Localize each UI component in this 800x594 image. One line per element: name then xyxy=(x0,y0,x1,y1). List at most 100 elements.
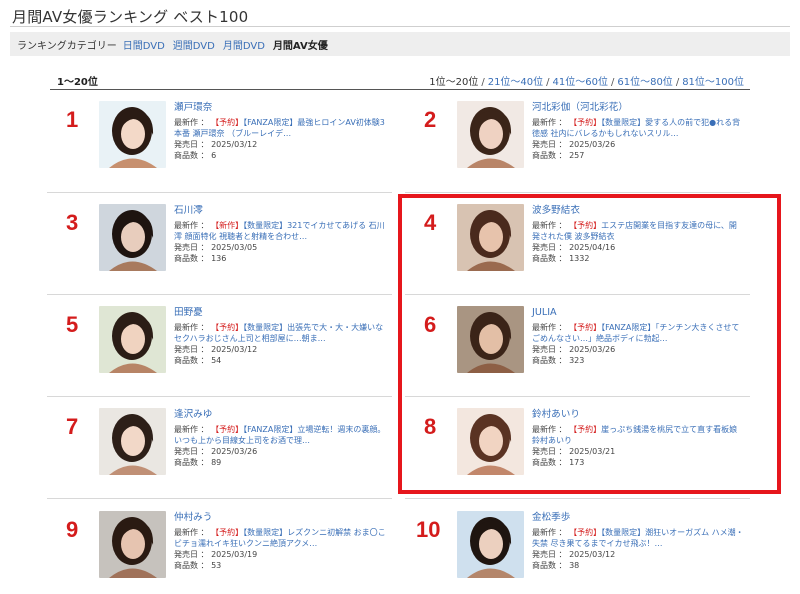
release-label: 発売日 xyxy=(532,140,556,149)
range-bar: 1〜20位 1位〜20位/21位〜40位/41位〜60位/61位〜80位/81位… xyxy=(50,73,750,88)
actress-name-link[interactable]: 仲村みう xyxy=(174,512,386,527)
rank-number: 10 xyxy=(416,517,441,542)
product-count: 54 xyxy=(211,356,222,365)
newest-label: 最新作 xyxy=(174,323,198,332)
category-link-weekly-dvd[interactable]: 週間DVD xyxy=(173,37,215,52)
newest-work-row: 最新作 ： 【予約】【FANZA限定】最強ヒロインAV初体験3本番 瀬戸環奈 （… xyxy=(174,117,386,139)
ranking-card: 2 河北彩伽（河北彩花） 最新作 ： 【予約】【数量限定】愛する人の前で犯●れる背徳… xyxy=(410,101,755,199)
release-date-row: 発売日 ： 2025/03/26 xyxy=(532,139,744,150)
release-date-row: 発売日 ： 2025/03/26 xyxy=(174,446,386,457)
ranking-card: 3 石川澪 最新作 ： 【新作】【数量限定】321でイカせてあげる 石川澪 顔面特化… xyxy=(52,204,397,302)
actress-info: 仲村みう 最新作 ： 【予約】【数量限定】レズクンニ初解禁 おま〇こビチョ濡れイキ… xyxy=(174,512,386,571)
colon: ： xyxy=(200,118,209,127)
actress-name-link[interactable]: 逢沢みゆ xyxy=(174,409,386,424)
colon: ： xyxy=(200,323,209,332)
colon: ： xyxy=(200,151,209,160)
actress-thumbnail[interactable] xyxy=(99,204,166,271)
release-date: 2025/03/05 xyxy=(211,243,258,252)
rank-number: 2 xyxy=(424,107,437,132)
range-current-heading: 1〜20位 xyxy=(57,77,98,88)
tag-label: 【予約】 xyxy=(211,323,244,332)
count-label: 商品数 xyxy=(174,151,198,160)
product-count-row: 商品数 ： 54 xyxy=(174,355,386,366)
range-separator: / xyxy=(546,77,550,88)
actress-info: 石川澪 最新作 ： 【新作】【数量限定】321でイカせてあげる 石川澪 顔面特化 … xyxy=(174,205,386,264)
range-link-21-40[interactable]: 21位〜40位 xyxy=(488,77,543,88)
release-date: 2025/03/12 xyxy=(569,550,616,559)
release-date: 2025/03/26 xyxy=(569,140,616,149)
colon: ： xyxy=(558,528,567,537)
actress-info: 瀬戸環奈 最新作 ： 【予約】【FANZA限定】最強ヒロインAV初体験3本番 瀬戸… xyxy=(174,102,386,161)
rank-number: 7 xyxy=(66,414,79,439)
range-current: 1位〜20位 xyxy=(429,77,479,88)
actress-thumbnail[interactable] xyxy=(99,101,166,168)
actress-name-link[interactable]: 金松季歩 xyxy=(532,512,744,527)
actress-thumbnail[interactable] xyxy=(99,408,166,475)
range-link-41-60[interactable]: 41位〜60位 xyxy=(553,77,608,88)
newest-work-row: 最新作 ： 【予約】【数量限定】レズクンニ初解禁 おま〇こビチョ濡れイキ狂いクン… xyxy=(174,527,386,549)
actress-thumbnail[interactable] xyxy=(99,306,166,373)
range-divider xyxy=(50,89,750,90)
count-label: 商品数 xyxy=(174,356,198,365)
newest-work-row: 最新作 ： 【新作】【数量限定】321でイカせてあげる 石川澪 顔面特化 視聴者… xyxy=(174,220,386,242)
actress-thumbnail[interactable] xyxy=(99,511,166,578)
ranking-card: 1 瀬戸環奈 最新作 ： 【予約】【FANZA限定】最強ヒロインAV初体験3本番 瀬… xyxy=(52,101,397,199)
actress-name-link[interactable]: 瀬戸環奈 xyxy=(174,102,386,117)
tag-label: 【予約】 xyxy=(211,118,244,127)
range-separator: / xyxy=(610,77,615,88)
product-count-row: 商品数 ： 89 xyxy=(174,457,386,468)
ranking-card: 10 金松季歩 最新作 ： 【予約】【数量限定】潮狂いオーガズム ハメ潮・失禁 尽き… xyxy=(410,511,755,594)
tag-label: 【数量限定】 xyxy=(243,323,288,332)
range-link-61-80[interactable]: 61位〜80位 xyxy=(617,77,672,88)
tag-label: 【新作】 xyxy=(211,221,244,230)
count-label: 商品数 xyxy=(532,151,556,160)
range-link-81-100[interactable]: 81位〜100位 xyxy=(682,77,744,88)
colon: ： xyxy=(558,140,567,149)
release-date-row: 発売日 ： 2025/03/12 xyxy=(532,549,744,560)
product-count: 38 xyxy=(569,561,580,570)
colon: ： xyxy=(200,243,209,252)
product-count-row: 商品数 ： 53 xyxy=(174,560,386,571)
actress-thumbnail[interactable] xyxy=(457,101,524,168)
tag-label: 【数量限定】 xyxy=(601,118,646,127)
colon: ： xyxy=(200,561,209,570)
colon: ： xyxy=(200,447,209,456)
category-link-monthly-dvd[interactable]: 月間DVD xyxy=(223,37,265,52)
category-bar: ランキングカテゴリー 日間DVD 週間DVD 月間DVD 月間AV女優 xyxy=(10,32,790,56)
actress-name-link[interactable]: 河北彩伽（河北彩花） xyxy=(532,102,744,117)
actress-thumbnail[interactable] xyxy=(457,511,524,578)
actress-name-link[interactable]: 石川澪 xyxy=(174,205,386,220)
release-label: 発売日 xyxy=(174,140,198,149)
ranking-card: 9 仲村みう 最新作 ： 【予約】【数量限定】レズクンニ初解禁 おま〇こビチョ濡れイ… xyxy=(52,511,397,594)
range-pagination: 1位〜20位/21位〜40位/41位〜60位/61位〜80位/81位〜100位 xyxy=(429,73,744,88)
release-date: 2025/03/26 xyxy=(211,447,258,456)
colon: ： xyxy=(200,254,209,263)
colon: ： xyxy=(558,561,567,570)
newest-label: 最新作 xyxy=(174,425,198,434)
highlight-box xyxy=(398,194,781,494)
release-label: 発売日 xyxy=(174,345,198,354)
product-count: 6 xyxy=(211,151,217,160)
product-count-row: 商品数 ： 257 xyxy=(532,150,744,161)
rank-number: 5 xyxy=(66,312,79,337)
colon: ： xyxy=(200,425,209,434)
actress-name-link[interactable]: 田野憂 xyxy=(174,307,386,322)
colon: ： xyxy=(558,151,567,160)
range-separator: / xyxy=(481,77,485,88)
tag-label: 【FANZA限定】 xyxy=(243,118,298,127)
actress-info: 金松季歩 最新作 ： 【予約】【数量限定】潮狂いオーガズム ハメ潮・失禁 尽き果て… xyxy=(532,512,744,571)
tag-label: 【FANZA限定】 xyxy=(243,425,298,434)
rank-number: 9 xyxy=(66,517,79,542)
product-count: 53 xyxy=(211,561,222,570)
product-count: 257 xyxy=(569,151,585,160)
category-link-daily-dvd[interactable]: 日間DVD xyxy=(123,37,165,52)
tag-label: 【数量限定】 xyxy=(601,528,646,537)
newest-label: 最新作 xyxy=(532,528,556,537)
count-label: 商品数 xyxy=(174,254,198,263)
newest-label: 最新作 xyxy=(532,118,556,127)
release-label: 発売日 xyxy=(174,447,198,456)
tag-label: 【予約】 xyxy=(211,425,244,434)
actress-info: 河北彩伽（河北彩花） 最新作 ： 【予約】【数量限定】愛する人の前で犯●れる背徳感… xyxy=(532,102,744,161)
release-date-row: 発売日 ： 2025/03/12 xyxy=(174,139,386,150)
newest-work-row: 最新作 ： 【予約】【数量限定】出張先で大・大・大嫌いなセクハラおじさん上司と相… xyxy=(174,322,386,344)
